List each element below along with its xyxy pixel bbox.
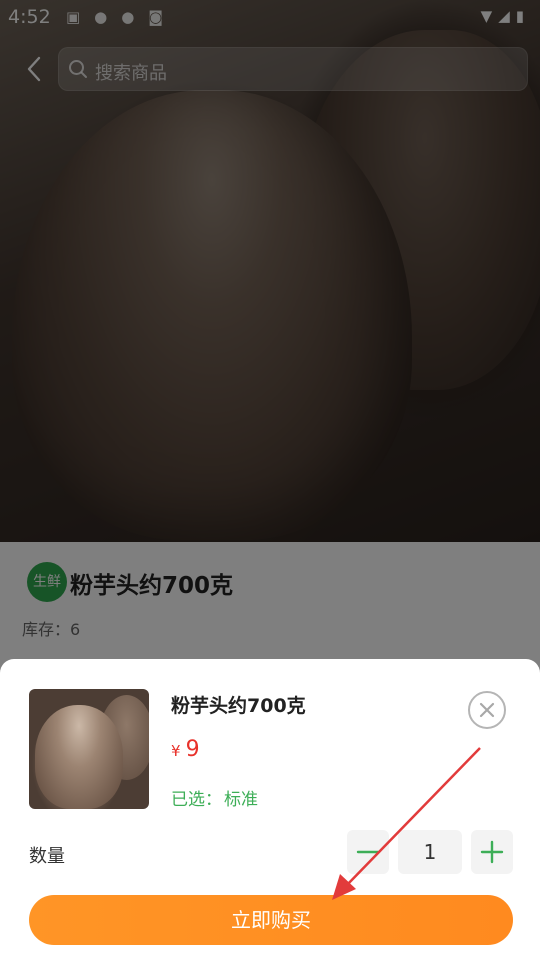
quantity-input[interactable]: 1 [398, 830, 462, 874]
quantity-stepper: 1 [347, 830, 513, 874]
product-price: ¥ 9 [171, 737, 200, 762]
increase-button[interactable] [471, 830, 513, 874]
sheet-product-name: 粉芋头约700克 [171, 695, 306, 717]
selected-value: 标准 [224, 790, 258, 810]
price-value: 9 [185, 737, 200, 762]
decrease-button[interactable] [347, 830, 389, 874]
plus-icon [480, 840, 504, 864]
product-thumbnail [29, 689, 149, 809]
minus-icon [356, 850, 380, 854]
close-icon [479, 702, 495, 718]
quantity-label: 数量 [29, 846, 65, 867]
selected-spec: 已选： 标准 [171, 785, 258, 810]
buy-now-button[interactable]: 立即购买 [29, 895, 513, 945]
selected-label: 已选： [171, 790, 222, 810]
currency-symbol: ¥ [171, 742, 181, 760]
purchase-sheet: 粉芋头约700克 ¥ 9 已选： 标准 数量 1 立即购买 [0, 659, 540, 960]
close-button[interactable] [468, 691, 506, 729]
